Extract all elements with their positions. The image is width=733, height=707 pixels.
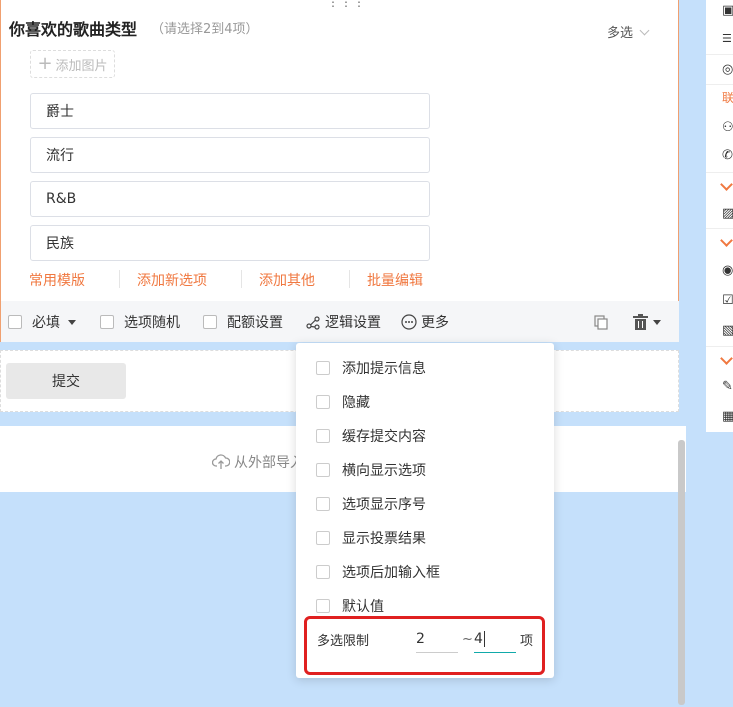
question-type-select[interactable]: 多选 (607, 22, 650, 41)
option-input[interactable]: 民族 (30, 225, 430, 261)
checkbox[interactable] (316, 497, 330, 511)
limit-max-input[interactable]: 4 (474, 626, 516, 653)
copy-button[interactable] (594, 315, 609, 330)
logic-icon (306, 315, 320, 330)
add-other-link[interactable]: 添加其他 (259, 270, 332, 290)
plus-icon: + (37, 53, 53, 74)
option-input[interactable]: R&B (30, 181, 430, 217)
checkbox[interactable] (316, 395, 330, 409)
question-type-label: 多选 (607, 26, 634, 41)
text-cursor (483, 631, 485, 647)
add-image-button[interactable]: + 添加图片 (30, 50, 115, 78)
random-checkbox[interactable] (100, 315, 114, 329)
random-toggle[interactable]: 选项随机 (100, 312, 180, 332)
menu-item-add-tip[interactable]: 添加提示信息 (316, 358, 426, 378)
signature-icon[interactable]: ✎ (722, 380, 733, 394)
option-input[interactable]: 爵士 (30, 93, 430, 129)
question-card: ⋮⋮⋮ 你喜欢的歌曲类型 （请选择2到4项） 多选 + 添加图片 爵士 流行 R… (0, 0, 679, 342)
menu-item-hide[interactable]: 隐藏 (316, 392, 370, 412)
menu-item-vote-result[interactable]: 显示投票结果 (316, 528, 426, 548)
question-hint: （请选择2到4项） (151, 22, 259, 37)
checkbox[interactable] (316, 565, 330, 579)
limit-label: 多选限制 (317, 634, 370, 649)
add-image-label: 添加图片 (55, 58, 108, 74)
drag-handle-icon[interactable]: ⋮⋮⋮ (327, 0, 366, 8)
chevron-down-icon (639, 25, 650, 36)
scrollbar[interactable] (678, 440, 685, 705)
chevron-down-icon[interactable] (720, 234, 733, 247)
menu-item-cache[interactable]: 缓存提交内容 (316, 426, 426, 446)
caret-down-icon[interactable] (68, 319, 76, 325)
image-select-icon[interactable]: ▧ (722, 324, 733, 338)
menu-item-horizontal[interactable]: 横向显示选项 (316, 460, 426, 480)
checkbox[interactable] (316, 463, 330, 477)
required-checkbox[interactable] (8, 315, 22, 329)
checkbox[interactable] (316, 429, 330, 443)
checkbox-icon[interactable]: ☑ (722, 294, 733, 308)
image-text-icon[interactable]: ▣ (722, 4, 733, 18)
radio-icon[interactable]: ◉ (722, 264, 733, 278)
question-toolbar: 必填 选项随机 配额设置 逻辑设置 更多 (1, 301, 679, 342)
limit-separator: ~ (462, 632, 473, 647)
limit-unit: 项 (520, 634, 534, 649)
required-toggle[interactable]: 必填 (8, 312, 76, 332)
checkbox[interactable] (316, 531, 330, 545)
person-icon[interactable]: ⚇ (722, 121, 733, 135)
location-icon[interactable]: ◎ (722, 63, 733, 77)
phone-icon[interactable]: ✆ (722, 149, 733, 163)
right-component-panel: ▣ ☰ ◎ 联 ⚇ ✆ ▨ ◉ ☑ ▧ ✎ ▦ (706, 0, 733, 432)
option-actions: 常用模版 添加新选项 添加其他 批量编辑 (29, 270, 440, 290)
quota-toggle[interactable]: 配额设置 (203, 312, 283, 332)
checkbox[interactable] (316, 599, 330, 613)
import-button[interactable]: 从外部导入 (212, 452, 304, 472)
copy-icon (594, 315, 608, 330)
text-block-icon[interactable]: ☰ (722, 32, 733, 46)
quota-checkbox[interactable] (203, 315, 217, 329)
template-link[interactable]: 常用模版 (29, 270, 102, 290)
add-option-link[interactable]: 添加新选项 (137, 270, 224, 290)
more-dots-icon (401, 314, 417, 330)
contact-section-label: 联 (722, 91, 733, 105)
cloud-upload-icon (212, 454, 230, 469)
more-button[interactable]: 更多 (401, 312, 449, 332)
chevron-down-icon[interactable] (720, 352, 733, 365)
picture-icon[interactable]: ▨ (722, 207, 733, 221)
grid-icon[interactable]: ▦ (722, 410, 733, 424)
trash-icon (633, 314, 648, 330)
question-title[interactable]: 你喜欢的歌曲类型 (9, 16, 137, 40)
checkbox[interactable] (316, 361, 330, 375)
submit-button[interactable]: 提交 (6, 363, 126, 399)
logic-settings-button[interactable]: 逻辑设置 (306, 312, 381, 332)
chevron-down-icon[interactable] (720, 178, 733, 191)
delete-button[interactable] (633, 314, 661, 330)
limit-min-input[interactable]: 2 (416, 626, 458, 653)
menu-item-default[interactable]: 默认值 (316, 596, 384, 616)
batch-edit-link[interactable]: 批量编辑 (367, 270, 440, 290)
option-input[interactable]: 流行 (30, 137, 430, 173)
caret-down-icon[interactable] (653, 319, 661, 325)
menu-item-show-number[interactable]: 选项显示序号 (316, 494, 426, 514)
menu-item-input-after[interactable]: 选项后加输入框 (316, 562, 440, 582)
